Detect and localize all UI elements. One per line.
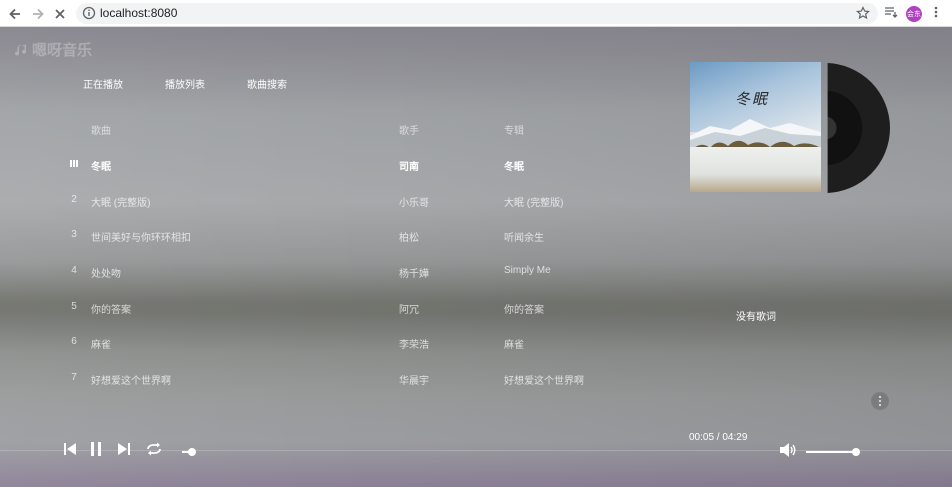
song-album: 好想爱这个世界啊: [504, 376, 584, 387]
song-album: 你的答案: [504, 305, 544, 316]
progress-slider[interactable]: [182, 448, 702, 456]
song-row[interactable]: 3 世间美好与你环环相扣 柏松 听闻余生: [0, 229, 640, 249]
arrow-left-icon: [9, 8, 20, 20]
song-name: 大眠 (完整版): [91, 198, 151, 209]
song-name: 好想爱这个世界啊: [91, 376, 171, 387]
app-logo[interactable]: 嗯呀音乐: [14, 39, 92, 60]
song-singer: 阿冗: [399, 305, 419, 316]
back-button[interactable]: [6, 5, 24, 23]
song-album: 冬眠: [504, 162, 524, 173]
volume-slider[interactable]: [806, 448, 860, 456]
progress-knob[interactable]: [187, 448, 196, 456]
column-header-album: 专辑: [504, 126, 524, 137]
arrow-right-icon: [33, 8, 44, 20]
song-index: 6: [71, 336, 77, 347]
song-list-header: 歌曲 歌手 专辑: [0, 122, 640, 142]
next-track-icon[interactable]: [116, 441, 132, 457]
info-icon[interactable]: [82, 6, 96, 20]
repeat-icon[interactable]: [145, 441, 163, 457]
song-index: 3: [71, 229, 77, 240]
logo-text: 嗯呀音乐: [32, 42, 93, 59]
song-name: 麻雀: [91, 340, 111, 351]
profile-avatar[interactable]: 会东: [906, 6, 922, 22]
album-cover-area: 冬眠: [690, 62, 890, 197]
song-index: 7: [71, 372, 77, 383]
song-index: 2: [71, 194, 77, 205]
column-header-song: 歌曲: [91, 126, 111, 137]
song-row[interactable]: 4 处处吻 杨千嬅 Simply Me: [0, 265, 640, 285]
song-album: 麻雀: [504, 340, 524, 351]
song-singer: 司南: [399, 162, 419, 173]
song-singer: 李荣浩: [399, 340, 429, 351]
playing-indicator: [67, 158, 81, 170]
album-cover: 冬眠: [690, 62, 821, 192]
song-name: 处处吻: [91, 269, 121, 280]
song-row[interactable]: 冬眠 司南 冬眠: [0, 158, 640, 178]
volume-icon[interactable]: [779, 442, 797, 458]
nav-tabs: 正在播放 播放列表 歌曲搜索: [83, 76, 329, 91]
song-row[interactable]: 5 你的答案 阿冗 你的答案: [0, 301, 640, 321]
tab-song-search[interactable]: 歌曲搜索: [247, 76, 287, 91]
browser-toolbar: localhost:8080 会东: [0, 0, 952, 27]
song-name: 你的答案: [91, 305, 131, 316]
song-singer: 杨千嬅: [399, 269, 429, 280]
star-icon[interactable]: [856, 6, 870, 20]
player-bar: 00:05 / 04:29: [0, 425, 952, 487]
url-text: localhost:8080: [100, 6, 178, 20]
song-row[interactable]: 2 大眠 (完整版) 小乐哥 大眠 (完整版): [0, 194, 640, 214]
music-player-app: 嗯呀音乐 正在播放 播放列表 歌曲搜索 歌曲 歌手 专辑 冬眠 司南 冬眠 2 …: [0, 27, 952, 487]
music-note-icon: [15, 44, 27, 56]
volume-knob[interactable]: [852, 448, 860, 456]
reading-list-icon[interactable]: [884, 5, 898, 19]
song-singer: 柏松: [399, 233, 419, 244]
song-row[interactable]: 6 麻雀 李荣浩 麻雀: [0, 336, 640, 356]
more-vertical-icon: [878, 395, 882, 407]
song-album: 大眠 (完整版): [504, 198, 564, 209]
song-singer: 华晨宇: [399, 376, 429, 387]
previous-track-icon[interactable]: [62, 441, 78, 457]
pause-icon[interactable]: [88, 441, 104, 457]
volume-fill: [806, 451, 856, 453]
song-index: 5: [71, 301, 77, 312]
song-index: 4: [71, 265, 77, 276]
kebab-menu-icon[interactable]: [932, 5, 940, 19]
tab-playlist[interactable]: 播放列表: [165, 76, 205, 91]
more-options-button[interactable]: [871, 392, 889, 410]
equalizer-icon: [70, 160, 78, 167]
cover-title: 冬眠: [735, 90, 770, 108]
column-header-singer: 歌手: [399, 126, 419, 137]
close-icon: [55, 9, 65, 19]
lyric-text: 没有歌词: [736, 312, 776, 323]
address-bar[interactable]: localhost:8080: [76, 3, 878, 24]
stop-loading-button[interactable]: [51, 5, 69, 23]
song-album: 听闻余生: [504, 233, 544, 244]
forward-button[interactable]: [29, 5, 47, 23]
song-row[interactable]: 7 好想爱这个世界啊 华晨宇 好想爱这个世界啊: [0, 372, 640, 392]
tab-now-playing[interactable]: 正在播放: [83, 76, 123, 91]
song-singer: 小乐哥: [399, 198, 429, 209]
song-album: Simply Me: [504, 265, 551, 276]
song-name: 冬眠: [91, 162, 111, 173]
time-display: 00:05 / 04:29: [689, 432, 748, 443]
song-name: 世间美好与你环环相扣: [91, 233, 191, 244]
